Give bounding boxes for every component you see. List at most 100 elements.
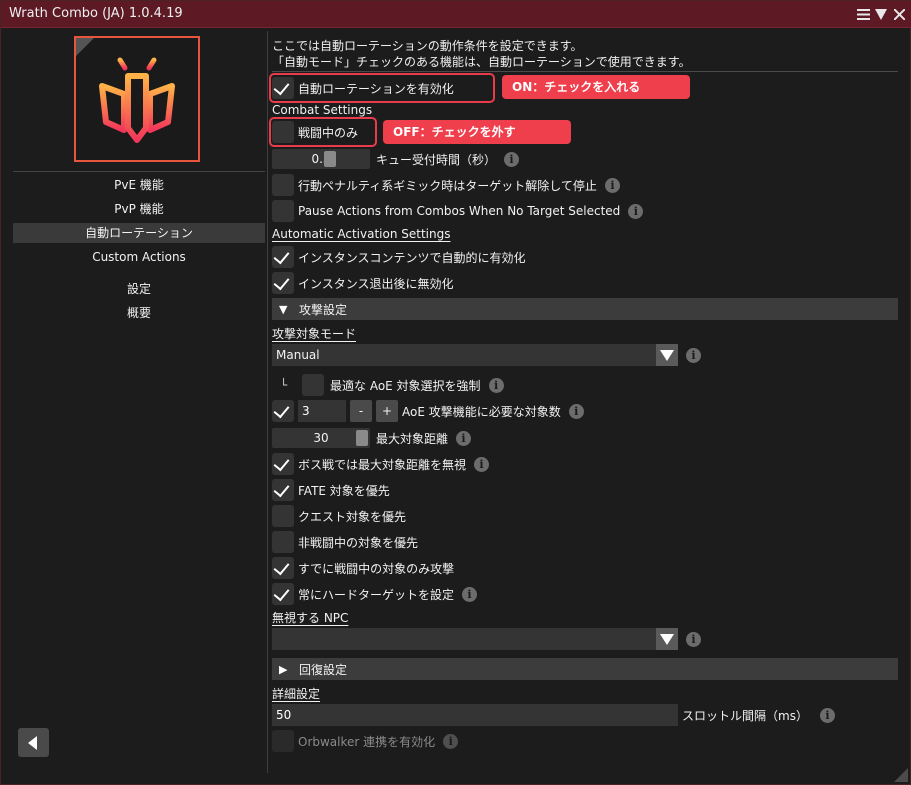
- ignore-max-distance-boss-checkbox[interactable]: [272, 453, 294, 475]
- info-icon[interactable]: i: [686, 631, 701, 647]
- info-icon[interactable]: i: [456, 430, 472, 446]
- attack-settings-header[interactable]: ▼ 攻撃設定: [272, 298, 898, 320]
- sidebar-item-pve[interactable]: PvE 機能: [13, 175, 265, 195]
- always-hard-target-row: 常にハードターゲットを設定 i: [272, 583, 478, 605]
- auto-enable-instance-label: インスタンスコンテンツで自動的に有効化: [298, 250, 526, 265]
- force-best-aoe-checkbox[interactable]: [302, 374, 324, 396]
- sidebar-item-about[interactable]: 概要: [13, 303, 265, 323]
- info-icon[interactable]: i: [462, 586, 478, 602]
- pause-no-target-row: Pause Actions from Combos When No Target…: [272, 200, 644, 222]
- throttle-input[interactable]: 50: [272, 704, 678, 726]
- target-mode-heading: 攻撃対象モード: [272, 327, 357, 341]
- queue-window-grab[interactable]: [324, 151, 336, 167]
- triangle-down-icon[interactable]: [874, 5, 888, 23]
- ignore-npc-select[interactable]: [272, 628, 678, 650]
- wrath-combo-logo: [74, 36, 200, 162]
- disable-after-exit-label: インスタンス退出後に無効化: [298, 276, 454, 291]
- description-line-2: 「自動モード」チェックのある機能は、自動ローテーションで使用できます。: [272, 55, 691, 69]
- auto-enable-instance-checkbox[interactable]: [272, 246, 294, 268]
- main-window: Wrath Combo (JA) 1.0.4.19 PvE 機能 PvP 機能 …: [0, 0, 911, 785]
- info-icon[interactable]: i: [819, 707, 835, 723]
- max-distance-row: 30 最大対象距離 i: [272, 427, 472, 449]
- disable-after-exit-checkbox[interactable]: [272, 272, 294, 294]
- queue-window-slider[interactable]: 0.3: [272, 149, 370, 169]
- sidebar-item-pvp[interactable]: PvP 機能: [13, 199, 265, 219]
- ignore-max-distance-boss-label: ボス戦では最大対象距離を無視: [298, 457, 467, 472]
- info-icon[interactable]: i: [488, 377, 504, 393]
- throttle-value: 50: [276, 708, 292, 722]
- description-line-1: ここでは自動ローテーションの動作条件を設定できます。: [272, 39, 583, 53]
- prioritize-fate-checkbox[interactable]: [272, 479, 294, 501]
- pause-no-target-checkbox[interactable]: [272, 200, 294, 222]
- orbwalker-label: Orbwalker 連携を有効化: [298, 734, 436, 749]
- prioritize-noncombat-label: 非戦闘中の対象を優先: [298, 535, 419, 550]
- ignore-npc-heading: 無視する NPC: [272, 611, 349, 625]
- attack-settings-title: 攻撃設定: [299, 302, 348, 317]
- expanded-arrow-icon: ▼: [279, 302, 288, 316]
- hamburger-icon[interactable]: [856, 5, 870, 23]
- prioritize-quest-row: クエスト対象を優先: [272, 505, 406, 527]
- sidebar-item-custom-actions[interactable]: Custom Actions: [13, 247, 265, 267]
- close-icon[interactable]: [892, 5, 906, 23]
- info-icon[interactable]: i: [568, 403, 584, 419]
- resize-grip[interactable]: [894, 768, 908, 782]
- queue-window-label: キュー受付時間（秒）: [376, 152, 497, 167]
- only-in-combat-targets-row: すでに戦闘中の対象のみ攻撃: [272, 557, 454, 579]
- combat-settings-heading: Combat Settings: [272, 103, 373, 117]
- aoe-required-checkbox[interactable]: [272, 400, 294, 422]
- panel-divider: [267, 31, 268, 773]
- info-icon[interactable]: i: [686, 347, 701, 363]
- orbwalker-checkbox[interactable]: [272, 730, 294, 752]
- ignore-max-distance-boss-row: ボス戦では最大対象距離を無視 i: [272, 453, 490, 475]
- disable-after-exit-row: インスタンス退出後に無効化: [272, 272, 454, 294]
- back-arrow-icon[interactable]: [18, 728, 49, 757]
- auto-activation-heading: Automatic Activation Settings: [272, 227, 451, 241]
- ignore-npc-row: i: [272, 628, 701, 650]
- info-icon[interactable]: i: [628, 203, 644, 219]
- increment-button[interactable]: +: [376, 400, 398, 422]
- aoe-required-value: 3: [302, 404, 310, 418]
- dropdown-arrow-icon[interactable]: [656, 344, 678, 366]
- sidebar-item-auto-rotation[interactable]: 自動ローテーション: [13, 223, 265, 243]
- max-distance-slider[interactable]: 30: [272, 428, 370, 448]
- target-mode-row: Manual i: [272, 344, 701, 366]
- throttle-row: 50 スロットル間隔（ms） i: [272, 704, 835, 726]
- info-icon[interactable]: i: [604, 177, 620, 193]
- pause-no-target-label: Pause Actions from Combos When No Target…: [298, 204, 621, 218]
- prioritize-fate-row: FATE 対象を優先: [272, 479, 390, 501]
- only-in-combat-targets-label: すでに戦闘中の対象のみ攻撃: [298, 561, 455, 576]
- always-hard-target-checkbox[interactable]: [272, 583, 294, 605]
- description-divider: [272, 71, 898, 72]
- info-icon[interactable]: i: [443, 733, 459, 749]
- note-on: ON：チェックを入れる: [502, 75, 690, 99]
- title-bar[interactable]: Wrath Combo (JA) 1.0.4.19: [1, 1, 911, 28]
- title-buttons: [856, 5, 906, 23]
- only-in-combat-targets-checkbox[interactable]: [272, 557, 294, 579]
- auto-enable-instance-row: インスタンスコンテンツで自動的に有効化: [272, 246, 526, 268]
- target-mode-value: Manual: [276, 348, 320, 362]
- queue-window-value: 0.3: [311, 152, 331, 166]
- dropdown-arrow-icon[interactable]: [656, 628, 678, 650]
- throttle-label: スロットル間隔（ms）: [682, 708, 808, 723]
- orbwalker-row: Orbwalker 連携を有効化 i: [272, 730, 459, 752]
- penalty-stop-row: 行動ペナルティ系ギミック時はターゲット解除して停止 i: [272, 174, 620, 196]
- prioritize-quest-checkbox[interactable]: [272, 505, 294, 527]
- force-best-aoe-label: 最適な AoE 対象選択を強制: [330, 378, 481, 393]
- aoe-required-input[interactable]: 3: [298, 400, 346, 422]
- info-icon[interactable]: i: [504, 151, 520, 167]
- tree-branch-glyph: └: [280, 378, 288, 392]
- target-mode-select[interactable]: Manual: [272, 344, 678, 366]
- window-title: Wrath Combo (JA) 1.0.4.19: [9, 6, 183, 21]
- always-hard-target-label: 常にハードターゲットを設定: [298, 587, 455, 602]
- info-icon[interactable]: i: [474, 456, 490, 472]
- decrement-button[interactable]: -: [350, 400, 372, 422]
- collapsed-arrow-icon: ▶: [279, 662, 288, 676]
- prioritize-noncombat-row: 非戦闘中の対象を優先: [272, 531, 418, 553]
- queue-window-row: 0.3 キュー受付時間（秒） i: [272, 148, 520, 170]
- heal-settings-header[interactable]: ▶ 回復設定: [272, 658, 898, 680]
- max-distance-grab[interactable]: [356, 430, 368, 446]
- prioritize-noncombat-checkbox[interactable]: [272, 531, 294, 553]
- aoe-required-label: AoE 攻撃機能に必要な対象数: [402, 404, 561, 419]
- penalty-stop-checkbox[interactable]: [272, 174, 294, 196]
- sidebar-item-settings[interactable]: 設定: [13, 279, 265, 299]
